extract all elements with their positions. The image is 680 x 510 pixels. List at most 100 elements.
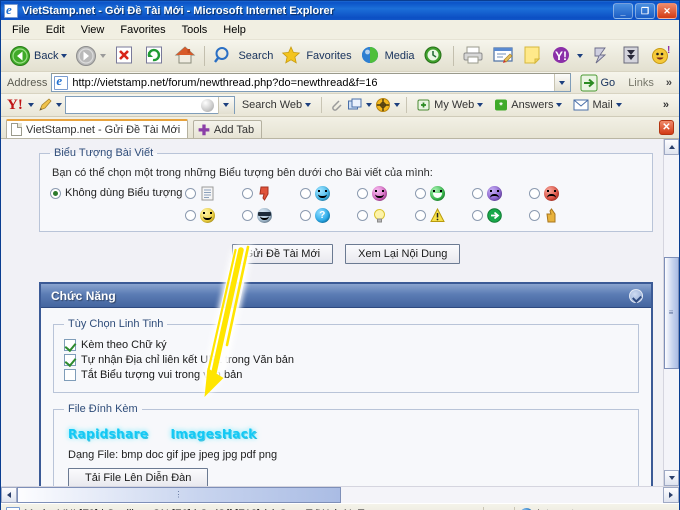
minimize-button[interactable]: _ <box>613 2 633 19</box>
go-button[interactable]: Go <box>575 74 621 92</box>
mail-button[interactable]: Mail <box>569 98 625 112</box>
paperclip-icon[interactable] <box>328 97 344 113</box>
no-icon-option[interactable]: Không dùng Biểu tượng <box>50 186 185 199</box>
home-button[interactable] <box>170 43 200 69</box>
autoparse-url-checkbox[interactable] <box>64 354 76 366</box>
back-dropdown-icon[interactable] <box>61 53 68 58</box>
resize-grip[interactable] <box>665 504 679 510</box>
menu-item-edit[interactable]: Edit <box>39 22 72 38</box>
post-icon-radio[interactable] <box>242 210 254 221</box>
favorites-button[interactable]: Favorites <box>277 43 355 69</box>
post-icon-radio[interactable] <box>185 210 196 221</box>
yahoo-toolbar-button[interactable]: Y! <box>548 43 587 69</box>
yahoo-logo-dropdown-icon[interactable] <box>27 103 34 107</box>
yahoo-dropdown-icon[interactable] <box>576 53 583 58</box>
add-tab-button[interactable]: ✚ Add Tab <box>193 120 263 138</box>
upload-file-button[interactable]: Tải File Lên Diễn Đàn <box>68 468 209 486</box>
rapidshare-link[interactable]: Rapidshare <box>68 427 148 441</box>
vscroll-thumb[interactable]: ≡ <box>664 256 679 369</box>
no-icon-radio[interactable] <box>50 187 61 199</box>
imageshack-link[interactable]: ImagesHack <box>170 427 256 441</box>
my-web-button[interactable]: My Web <box>413 97 487 113</box>
yahoo-logo-icon[interactable]: Y! <box>5 97 25 114</box>
scroll-left-button[interactable] <box>1 487 17 503</box>
disable-smilies-checkbox[interactable] <box>64 369 76 381</box>
anti-spy-dropdown-icon[interactable] <box>394 103 401 107</box>
scroll-up-button[interactable] <box>664 139 679 155</box>
submit-thread-button[interactable]: Gửi Đề Tài Mới <box>231 244 334 264</box>
back-button[interactable]: Back <box>5 43 71 69</box>
popup-blocker-dropdown-icon[interactable] <box>366 103 373 107</box>
post-icon-radio[interactable] <box>414 210 426 221</box>
yahoo-search-input[interactable] <box>64 96 235 114</box>
search-web-button[interactable]: Search Web <box>238 98 315 112</box>
hscroll-thumb[interactable]: ⋮ <box>17 487 341 503</box>
menu-item-tools[interactable]: Tools <box>175 22 215 38</box>
post-icon-radio[interactable] <box>185 188 196 199</box>
post-icon-option[interactable] <box>299 186 357 201</box>
forward-button[interactable] <box>71 43 110 69</box>
post-icon-option[interactable] <box>471 208 529 223</box>
maximize-button[interactable]: ❐ <box>635 2 655 19</box>
yahoo-search-dropdown-button[interactable] <box>217 96 234 114</box>
address-dropdown-button[interactable] <box>553 74 570 91</box>
collapse-icon[interactable] <box>629 288 643 303</box>
messenger-button[interactable] <box>587 43 617 69</box>
pencil-dropdown-icon[interactable] <box>55 103 62 107</box>
post-icon-radio[interactable] <box>471 188 483 199</box>
toolbar-overflow-icon[interactable]: » <box>662 77 676 89</box>
history-button[interactable] <box>419 43 449 69</box>
pencil-icon[interactable] <box>37 97 53 113</box>
post-icon-radio[interactable] <box>299 188 311 199</box>
vscroll-track-upper[interactable] <box>664 155 679 257</box>
post-icon-option[interactable] <box>471 186 529 201</box>
post-icon-radio[interactable] <box>529 188 541 199</box>
post-icon-option[interactable] <box>357 208 414 223</box>
stop-button[interactable] <box>110 43 140 69</box>
edit-button[interactable] <box>488 43 518 69</box>
post-icon-radio[interactable] <box>357 188 369 199</box>
tab-active[interactable]: VietStamp.net - Gửi Đề Tài Mới <box>6 119 189 138</box>
post-icon-option[interactable] <box>185 186 242 201</box>
vscroll-track-lower[interactable] <box>664 368 679 470</box>
post-icon-radio[interactable] <box>242 188 254 199</box>
yahoo-toolbar-overflow-icon[interactable]: » <box>663 99 675 111</box>
post-icon-option[interactable] <box>529 208 586 223</box>
option-disable-smilies[interactable]: Tắt Biểu tượng vui trong văn bản <box>64 369 630 381</box>
post-icon-option[interactable] <box>242 208 299 223</box>
horizontal-scrollbar[interactable]: ⋮ <box>1 486 679 503</box>
close-button[interactable]: ✕ <box>657 2 677 19</box>
menu-item-view[interactable]: View <box>74 22 112 38</box>
menu-item-favorites[interactable]: Favorites <box>113 22 172 38</box>
post-icon-radio[interactable] <box>299 210 311 221</box>
post-icon-option[interactable] <box>185 208 242 223</box>
post-icon-radio[interactable] <box>357 210 369 221</box>
answers-button[interactable]: * Answers <box>490 97 566 113</box>
close-tab-button[interactable]: ✕ <box>659 120 674 135</box>
media-button[interactable]: Media <box>356 43 419 69</box>
post-icon-radio[interactable] <box>529 210 541 221</box>
post-icon-option[interactable]: ? <box>299 208 357 223</box>
emoticon-button[interactable]: ! <box>647 43 677 69</box>
post-icon-option[interactable] <box>414 186 472 201</box>
scroll-right-button[interactable] <box>663 487 679 503</box>
post-icon-option[interactable] <box>357 186 414 201</box>
post-icon-radio[interactable] <box>414 188 426 199</box>
post-icon-option[interactable] <box>529 186 586 201</box>
links-label[interactable]: Links <box>624 77 658 89</box>
signature-checkbox[interactable] <box>64 339 76 351</box>
menu-item-file[interactable]: File <box>5 22 37 38</box>
address-input[interactable]: http://vietstamp.net/forum/newthread.php… <box>51 73 571 92</box>
popup-blocker-icon[interactable] <box>347 97 363 113</box>
download-button[interactable] <box>617 43 647 69</box>
anti-spy-icon[interactable] <box>375 97 391 113</box>
option-autoparse-url[interactable]: Tự nhận Địa chỉ liên kết URL trong Văn b… <box>64 354 630 366</box>
scroll-down-button[interactable] <box>664 470 679 486</box>
post-icon-option[interactable] <box>414 207 472 223</box>
refresh-button[interactable] <box>140 43 170 69</box>
hscroll-track-right[interactable] <box>341 487 663 503</box>
notes-button[interactable] <box>518 43 548 69</box>
preview-thread-button[interactable]: Xem Lại Nội Dung <box>345 244 461 264</box>
menu-item-help[interactable]: Help <box>216 22 253 38</box>
search-button[interactable]: Search <box>209 43 277 69</box>
